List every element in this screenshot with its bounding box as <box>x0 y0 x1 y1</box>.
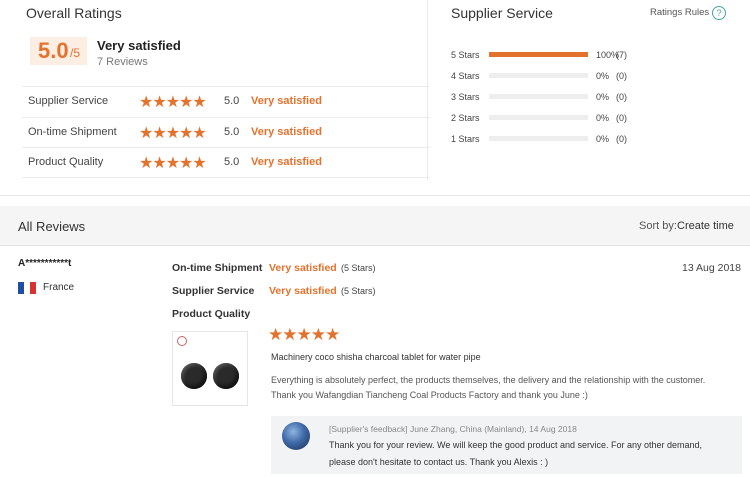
quality-label: Product Quality <box>172 308 251 320</box>
review-date: 13 Aug 2018 <box>682 262 741 274</box>
category-row-supplier-service: Supplier Service ★★★★★ 5.0 Very satisfie… <box>22 86 430 117</box>
distribution-label: 2 Stars <box>451 113 480 123</box>
service-verdict: Very satisfied <box>269 285 337 297</box>
distribution-count: (0) <box>616 92 627 102</box>
distribution-row-4-stars: 4 Stars 0% (0) <box>451 70 741 84</box>
review-text-line: Thank you Wafangdian Tiancheng Coal Prod… <box>271 390 588 400</box>
overall-score: 5.0 <box>38 38 69 63</box>
category-row-product-quality: Product Quality ★★★★★ 5.0 Very satisfied <box>22 147 430 178</box>
review-count: 7 Reviews <box>97 56 148 68</box>
overall-score-max: /5 <box>70 46 81 60</box>
distribution-row-1-stars: 1 Stars 0% (0) <box>451 133 741 147</box>
star-rating-icon: ★★★★★ <box>139 94 207 111</box>
distribution-label: 5 Stars <box>451 50 480 60</box>
category-verdict: Very satisfied <box>251 156 322 168</box>
category-label: On-time Shipment <box>28 125 117 138</box>
shipment-star-count: (5 Stars) <box>341 263 376 273</box>
category-score: 5.0 <box>224 95 240 107</box>
shipment-label: On-time Shipment <box>172 262 263 274</box>
distribution-bar-track <box>489 136 588 141</box>
overall-ratings-section: Overall Ratings 5.0 /5 Very satisfied 7 … <box>4 0 430 180</box>
sort-select[interactable]: Create time <box>677 220 734 232</box>
distribution-row-5-stars: 5 Stars 100% (7) <box>451 49 741 63</box>
distribution-count: (0) <box>616 134 627 144</box>
category-verdict: Very satisfied <box>251 125 322 138</box>
sort-label: Sort by: <box>639 220 677 232</box>
distribution-row-2-stars: 2 Stars 0% (0) <box>451 112 741 126</box>
overall-ratings-title: Overall Ratings <box>26 5 122 21</box>
feedback-text-line: please don't hesitate to contact us. Tha… <box>329 457 549 467</box>
category-row-on-time-shipment: On-time Shipment ★★★★★ 5.0 Very satisfie… <box>22 116 430 148</box>
distribution-count: (0) <box>616 71 627 81</box>
all-reviews-header: All Reviews Sort by: Create time <box>0 206 750 246</box>
distribution-bar-track <box>489 115 588 120</box>
distribution-percent: 0% <box>596 92 610 102</box>
supplier-service-section: Supplier Service Ratings Rules ? 5 Stars… <box>428 0 750 180</box>
reviewer-country: France <box>43 282 75 293</box>
distribution-label: 1 Stars <box>451 134 480 144</box>
distribution-percent: 0% <box>596 134 610 144</box>
france-flag-icon <box>18 282 36 294</box>
brand-logo-icon <box>177 336 187 346</box>
supplier-feedback-box: [Supplier's feedback] June Zhang, China … <box>271 416 742 474</box>
shipment-verdict: Very satisfied <box>269 262 337 274</box>
category-verdict: Very satisfied <box>251 95 322 107</box>
help-icon[interactable]: ? <box>712 6 726 20</box>
distribution-bar-fill <box>489 52 588 57</box>
category-score: 5.0 <box>224 125 240 138</box>
overall-score-badge: 5.0 /5 <box>30 37 87 65</box>
distribution-count: (7) <box>616 50 627 60</box>
star-rating-icon: ★★★★★ <box>139 155 207 172</box>
feedback-meta: [Supplier's feedback] June Zhang, China … <box>329 424 577 434</box>
charcoal-tablet-image <box>213 363 239 389</box>
distribution-bar-track <box>489 94 588 99</box>
supplier-service-title: Supplier Service <box>451 5 553 21</box>
distribution-row-3-stars: 3 Stars 0% (0) <box>451 91 741 105</box>
distribution-percent: 0% <box>596 113 610 123</box>
reviewer-name: A***********t <box>18 258 72 269</box>
star-rating-icon: ★★★★★ <box>139 124 207 142</box>
supplier-avatar <box>282 422 310 450</box>
category-ratings-table: Supplier Service ★★★★★ 5.0 Very satisfie… <box>22 86 430 178</box>
category-score: 5.0 <box>224 156 240 168</box>
review-text-line: Everything is absolutely perfect, the pr… <box>271 375 706 385</box>
quality-star-rating-icon: ★★★★★ <box>268 325 340 344</box>
charcoal-tablet-image <box>181 363 207 389</box>
overall-verdict: Very satisfied <box>97 38 181 53</box>
service-star-count: (5 Stars) <box>341 286 376 296</box>
product-name-link[interactable]: Machinery coco shisha charcoal tablet fo… <box>271 352 481 362</box>
product-thumbnail[interactable] <box>172 331 248 406</box>
distribution-bar-track <box>489 52 588 57</box>
distribution-bar-track <box>489 73 588 78</box>
service-label: Supplier Service <box>172 285 255 297</box>
ratings-rules-link[interactable]: Ratings Rules <box>650 7 709 18</box>
ratings-summary-panel: Overall Ratings 5.0 /5 Very satisfied 7 … <box>0 0 750 196</box>
distribution-label: 3 Stars <box>451 92 480 102</box>
all-reviews-title: All Reviews <box>18 219 86 234</box>
feedback-text-line: Thank you for your review. We will keep … <box>329 440 703 450</box>
distribution-count: (0) <box>616 113 627 123</box>
category-label: Product Quality <box>28 156 104 168</box>
distribution-label: 4 Stars <box>451 71 480 81</box>
distribution-percent: 0% <box>596 71 610 81</box>
category-label: Supplier Service <box>28 95 109 107</box>
